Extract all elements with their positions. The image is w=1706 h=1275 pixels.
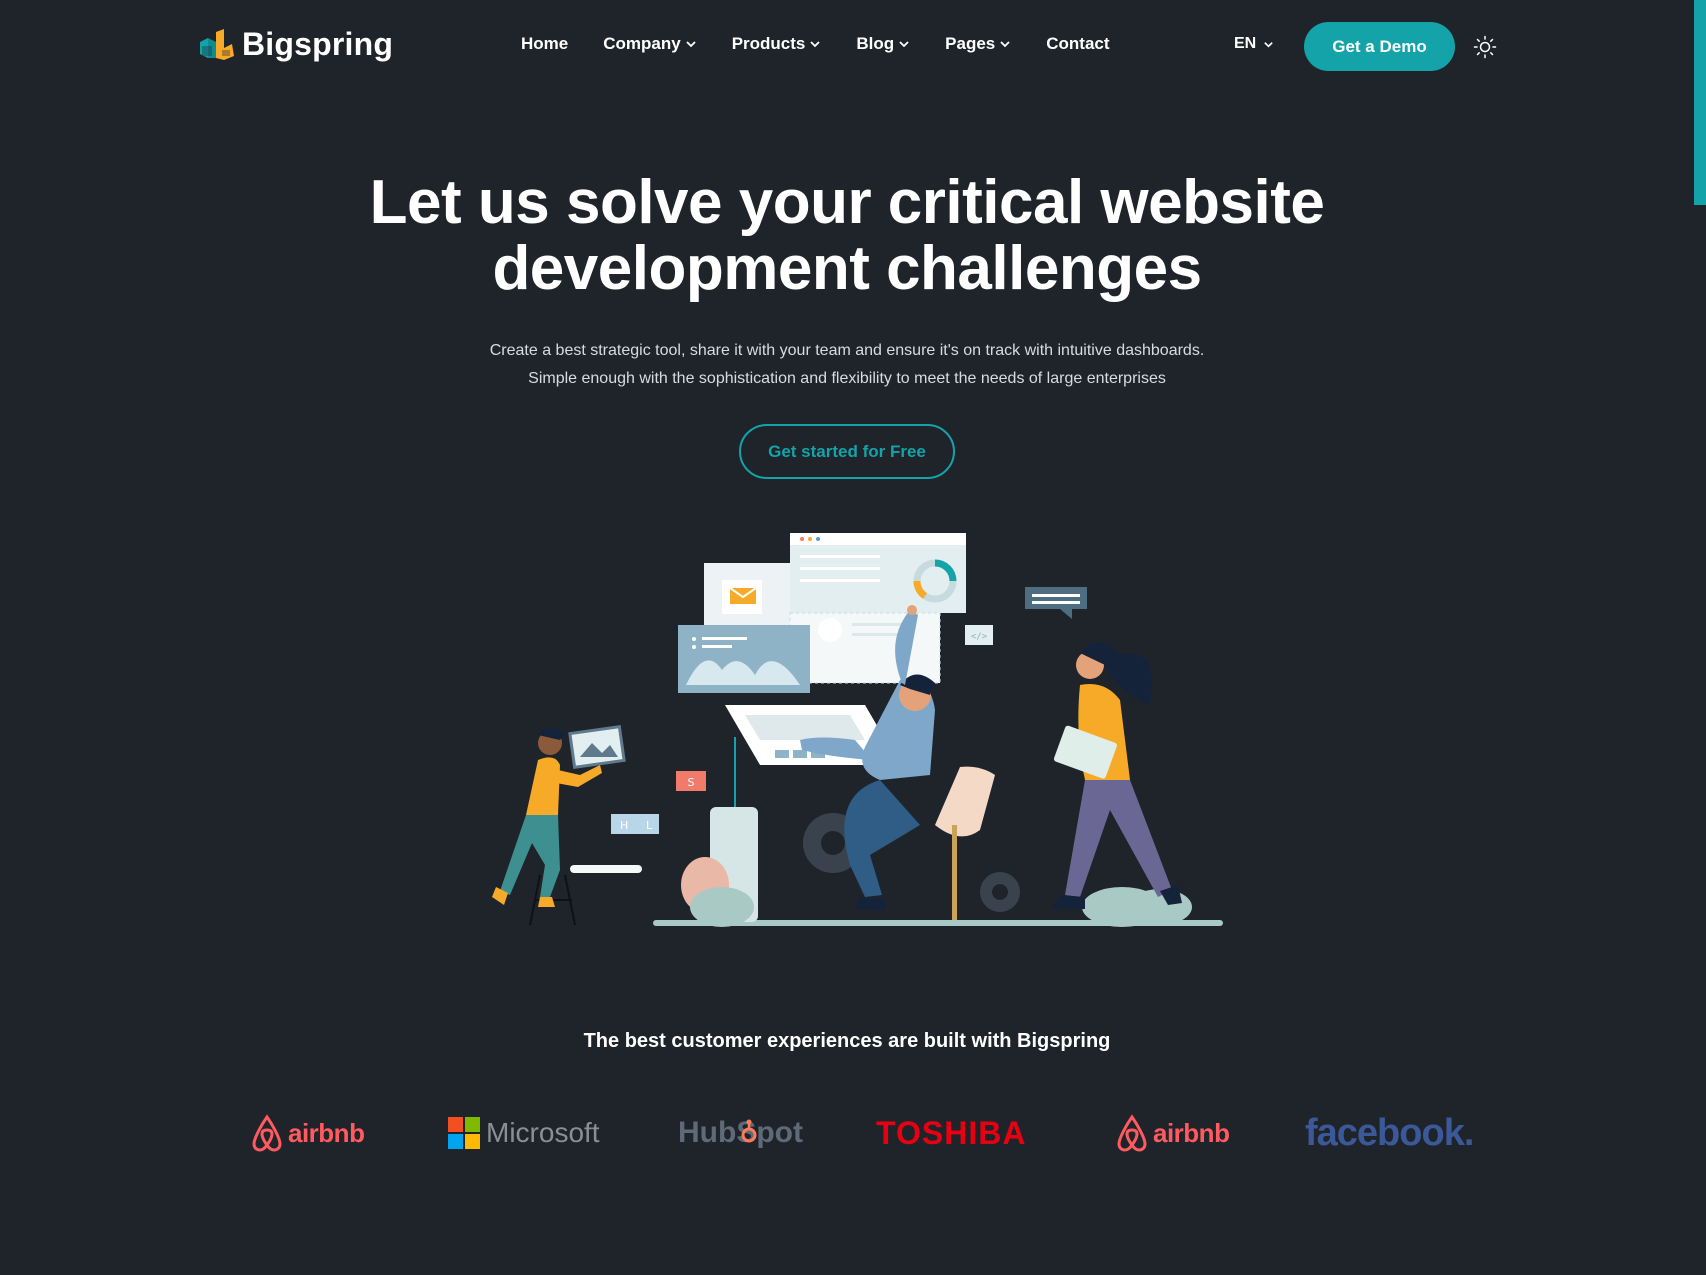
client-logo-facebook[interactable]: facebook. — [1305, 1108, 1474, 1158]
hubspot-sprocket-icon — [741, 1119, 757, 1143]
hero-subtitle-line1: Create a best strategic tool, share it w… — [489, 342, 1205, 359]
main-nav: Home Company Products Blog Pages Contact — [521, 34, 1145, 54]
airbnb-logo-text: airbnb — [288, 1117, 365, 1148]
airbnb-logo-text: airbnb — [1153, 1117, 1230, 1148]
get-started-button[interactable]: Get started for Free — [739, 424, 955, 479]
nav-company-label: Company — [603, 34, 681, 53]
airbnb-icon — [1117, 1114, 1147, 1152]
hero-illustration: </> S H L — [492, 533, 1223, 927]
nav-company[interactable]: Company — [603, 34, 696, 54]
client-logo-hubspot[interactable]: HubSpot — [678, 1108, 803, 1158]
sun-icon[interactable] — [1473, 35, 1497, 59]
language-selector[interactable]: EN — [1234, 35, 1274, 53]
language-label: EN — [1234, 35, 1257, 52]
site-header: Bigspring Home Company Products Blog Pag… — [0, 0, 1694, 95]
hero-subtitle: Create a best strategic tool, share it w… — [0, 337, 1694, 393]
illustration-tag-h: H — [620, 819, 628, 832]
hero-title: Let us solve your critical website devel… — [0, 170, 1694, 302]
chevron-down-icon — [810, 41, 821, 48]
nav-blog[interactable]: Blog — [856, 34, 910, 54]
facebook-logo-text: facebook. — [1305, 1111, 1474, 1154]
brand-logo[interactable]: Bigspring — [198, 26, 393, 63]
scrollbar-thumb[interactable] — [1694, 0, 1706, 205]
nav-blog-label: Blog — [856, 34, 895, 53]
clients-heading: The best customer experiences are built … — [583, 1030, 1111, 1052]
airbnb-icon — [252, 1114, 282, 1152]
nav-pages-label: Pages — [945, 34, 996, 53]
hero-subtitle-line2: Simple enough with the sophistication an… — [528, 370, 1166, 387]
logo-mark-icon — [200, 28, 234, 60]
nav-pages[interactable]: Pages — [945, 34, 1011, 54]
client-logos: airbnb Microsoft HubSpot TOSHIBA airbnb … — [0, 1108, 1694, 1158]
client-logo-toshiba[interactable]: TOSHIBA — [876, 1108, 1026, 1158]
nav-home[interactable]: Home — [521, 34, 568, 54]
nav-products[interactable]: Products — [732, 34, 822, 54]
get-demo-button[interactable]: Get a Demo — [1304, 22, 1455, 71]
hero-title-line2: development challenges — [492, 234, 1202, 303]
hero-title-line1: Let us solve your critical website — [369, 168, 1325, 237]
nav-contact-label: Contact — [1046, 34, 1110, 53]
illustration-tag-l: L — [646, 819, 653, 832]
client-logo-airbnb[interactable]: airbnb — [1115, 1108, 1230, 1158]
chevron-down-icon — [686, 41, 696, 48]
nav-products-label: Products — [731, 34, 806, 53]
nav-home-label: Home — [521, 34, 569, 53]
nav-contact[interactable]: Contact — [1046, 34, 1109, 54]
client-logo-airbnb[interactable]: airbnb — [250, 1108, 365, 1158]
illustration-tag-s: S — [688, 776, 695, 789]
microsoft-logo-text: Microsoft — [486, 1117, 600, 1148]
chevron-down-icon — [1264, 41, 1273, 48]
page-scrollbar[interactable] — [1694, 0, 1706, 1275]
chevron-down-icon — [899, 41, 909, 48]
chevron-down-icon — [1000, 41, 1010, 48]
microsoft-icon — [448, 1117, 480, 1149]
svg-text:</>: </> — [971, 632, 988, 642]
logo-text: Bigspring — [242, 26, 394, 62]
client-logo-microsoft[interactable]: Microsoft — [448, 1108, 600, 1158]
toshiba-logo-text: TOSHIBA — [876, 1114, 1027, 1151]
